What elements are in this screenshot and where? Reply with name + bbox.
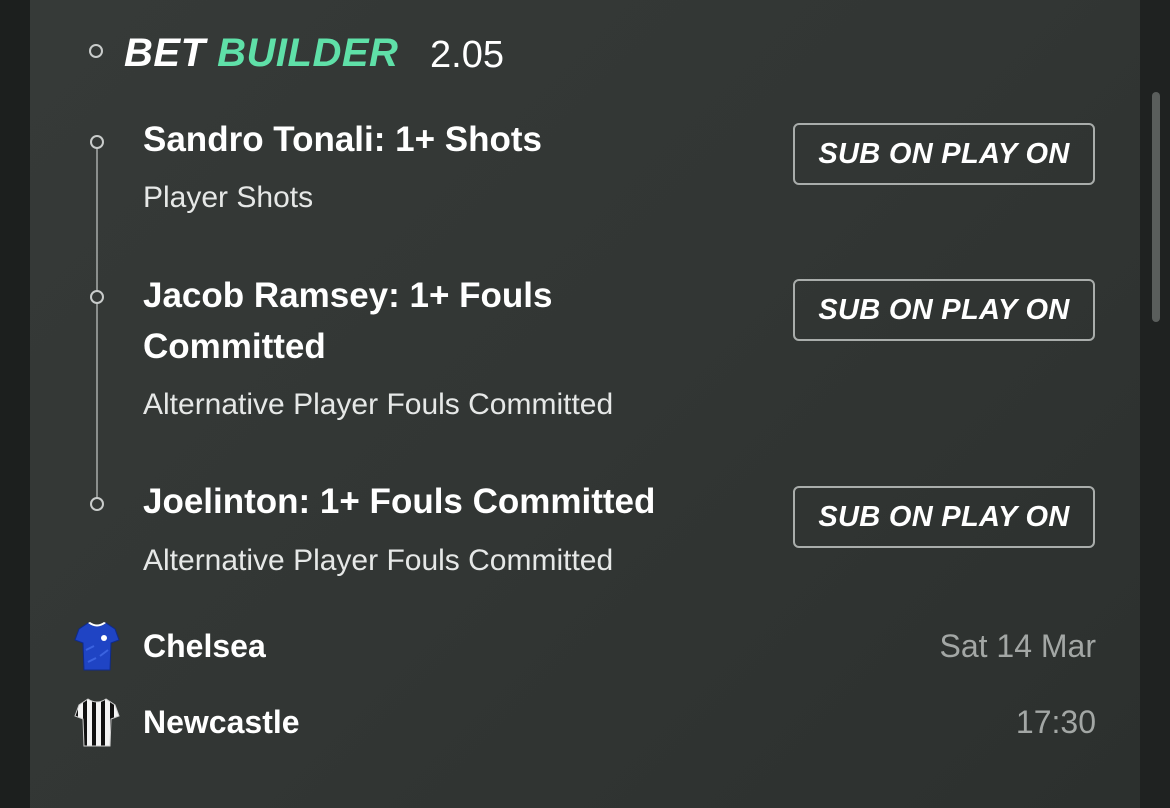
bet-builder-title: BET BUILDER bbox=[124, 28, 398, 78]
selection-bullet-icon bbox=[90, 135, 104, 149]
selection-title-text: Sandro Tonali: 1+ Shots bbox=[143, 120, 542, 159]
match-date: Sat 14 Mar bbox=[939, 628, 1096, 664]
header-bullet-icon bbox=[89, 44, 103, 58]
selection-title-text: Joelinton: 1+ Fouls Committed bbox=[143, 482, 656, 521]
scrollbar[interactable] bbox=[1152, 92, 1160, 322]
sub-on-play-on-button[interactable]: SUB ON PLAY ON bbox=[793, 279, 1095, 341]
bet-odds: 2.05 bbox=[430, 34, 504, 76]
selection-market: Alternative Player Fouls Committed bbox=[143, 544, 614, 577]
selection-market: Player Shots bbox=[143, 181, 314, 214]
selection-timeline bbox=[96, 142, 98, 504]
home-team-row: Chelsea Sat 14 Mar bbox=[74, 620, 1096, 671]
selection-title-line2: Committed bbox=[143, 327, 326, 366]
selection-market: Alternative Player Fouls Committed bbox=[143, 388, 614, 421]
away-team-name: Newcastle bbox=[143, 704, 300, 740]
selection-title: Jacob Ramsey: 1+ Fouls Committed bbox=[143, 270, 743, 372]
away-team-row: Newcastle 17:30 bbox=[74, 696, 1096, 747]
selection-bullet-icon bbox=[90, 290, 104, 304]
newcastle-shirt-icon bbox=[74, 698, 120, 747]
selection-title: Joelinton: 1+ Fouls Committed bbox=[143, 476, 743, 527]
selection-bullet-icon bbox=[90, 497, 104, 511]
home-team-name: Chelsea bbox=[143, 628, 266, 664]
chelsea-shirt-icon bbox=[74, 622, 120, 671]
match-time: 17:30 bbox=[1015, 704, 1096, 740]
sub-on-play-on-button[interactable]: SUB ON PLAY ON bbox=[793, 123, 1095, 185]
selection-title: Sandro Tonali: 1+ Shots bbox=[143, 114, 743, 165]
selection-title-line1: Jacob Ramsey: 1+ Fouls bbox=[143, 276, 553, 315]
builder-word: BUILDER bbox=[217, 31, 399, 75]
sub-on-play-on-button[interactable]: SUB ON PLAY ON bbox=[793, 486, 1095, 548]
bet-word: BET bbox=[124, 31, 206, 75]
